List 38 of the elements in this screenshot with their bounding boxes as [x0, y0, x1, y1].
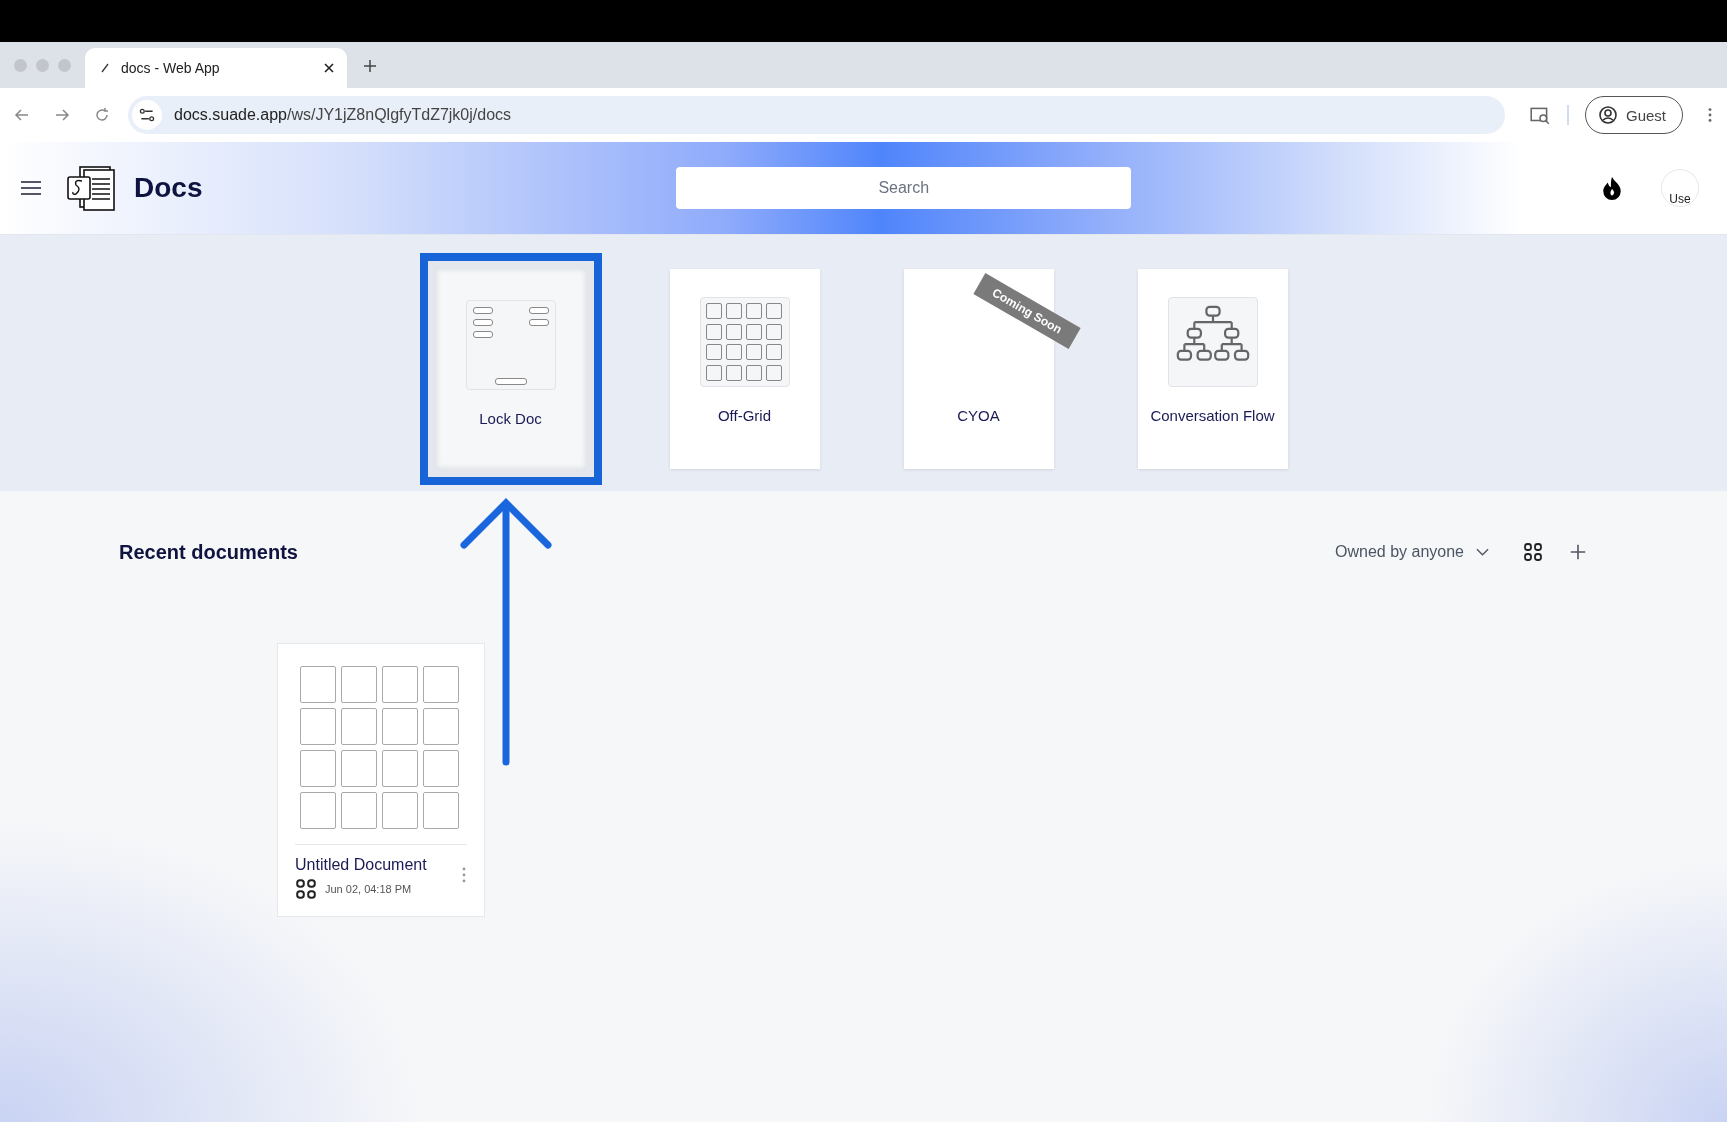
chevron-down-icon	[1476, 548, 1489, 556]
template-card[interactable]: Conversation Flow	[1137, 269, 1288, 469]
forward-icon[interactable]	[54, 107, 70, 123]
profile-button[interactable]: Guest	[1584, 96, 1683, 134]
app-title: Docs	[134, 172, 203, 204]
owner-filter-dropdown[interactable]: Owned by anyone	[1335, 543, 1489, 561]
tab-title: docs - Web App	[121, 60, 221, 76]
more-icon[interactable]	[1707, 106, 1713, 124]
template-label: Conversation Flow	[1150, 407, 1275, 424]
template-label: Lock Doc	[479, 410, 542, 427]
document-card[interactable]: Untitled Document Jun 02, 04:18 PM	[277, 643, 485, 917]
grid-type-icon	[295, 878, 317, 900]
close-icon[interactable]	[323, 62, 335, 74]
document-date: Jun 02, 04:18 PM	[325, 883, 412, 895]
template-card[interactable]: Lock Doc	[435, 269, 586, 469]
avatar-alt-text: Use	[1669, 192, 1691, 206]
url-text: docs.suade.app/ws/JY1jZ8nQlgfyTdZ7jk0j/docs	[174, 106, 512, 124]
profile-icon	[1597, 105, 1618, 125]
more-icon[interactable]	[461, 866, 467, 884]
menu-icon[interactable]	[20, 180, 42, 196]
template-card[interactable]: Off-Grid	[669, 269, 820, 469]
add-icon[interactable]	[1569, 543, 1587, 561]
back-icon[interactable]	[14, 107, 30, 123]
fire-icon[interactable]	[1601, 176, 1623, 200]
document-title: Untitled Document	[295, 856, 428, 874]
address-field[interactable]: docs.suade.app/ws/JY1jZ8nQlgfyTdZ7jk0j/docs	[128, 96, 1505, 134]
new-tab-icon[interactable]	[363, 59, 377, 73]
template-label: CYOA	[957, 407, 1000, 424]
pen-icon	[99, 62, 111, 74]
template-label: Off-Grid	[717, 407, 772, 424]
avatar[interactable]: Use	[1661, 169, 1699, 207]
reload-icon[interactable]	[94, 107, 110, 123]
section-title: Recent documents	[119, 540, 299, 564]
browser-tab[interactable]: docs - Web App	[85, 48, 347, 88]
document-logo-icon	[66, 165, 118, 211]
search-field[interactable]: Search	[676, 167, 1132, 209]
grid-view-icon[interactable]	[1523, 542, 1543, 562]
site-settings-icon[interactable]	[132, 100, 162, 130]
